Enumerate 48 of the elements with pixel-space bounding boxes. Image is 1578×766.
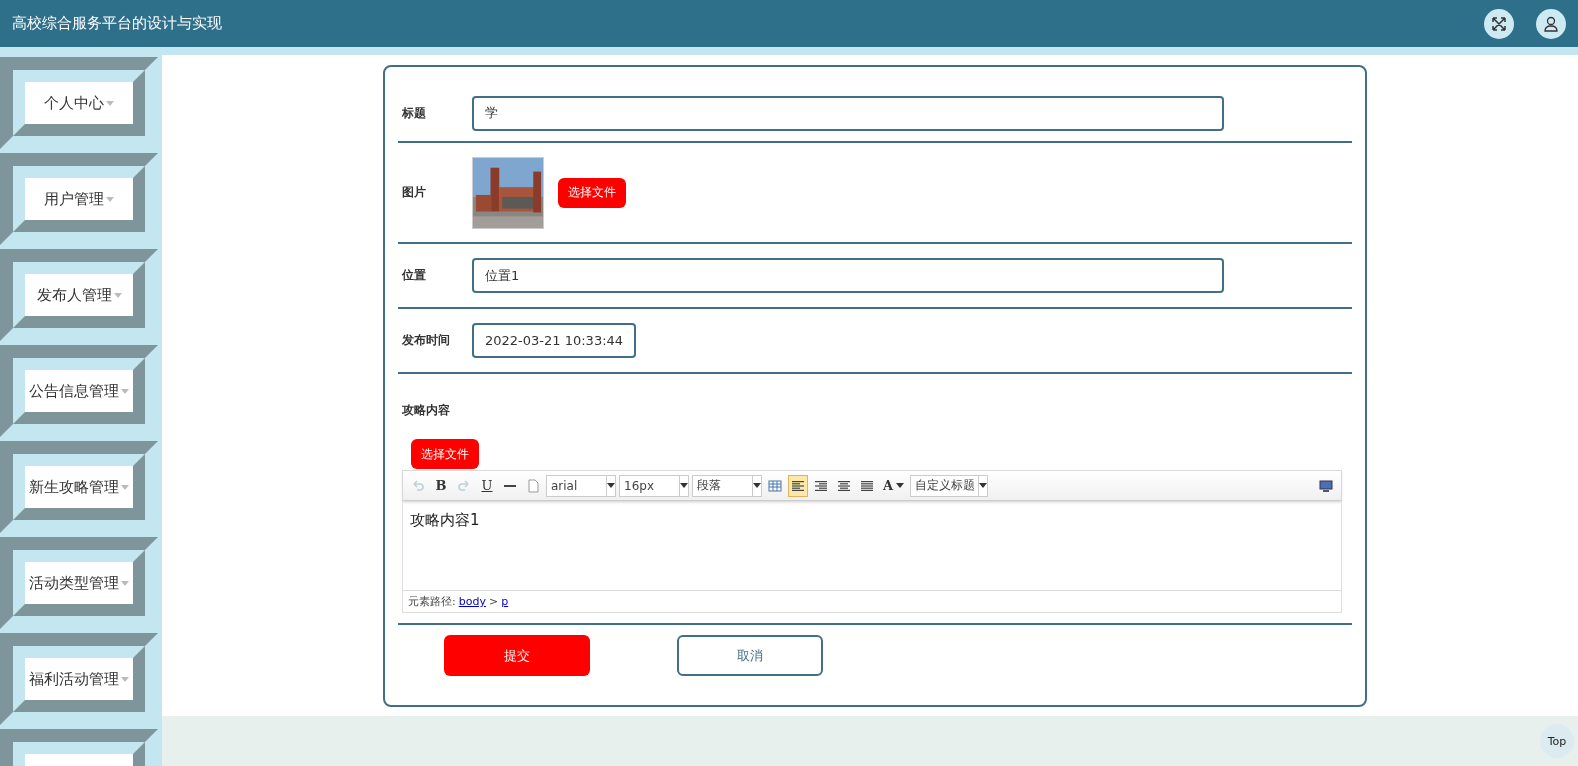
date-field[interactable]: 2022-03-21 10:33:44	[472, 323, 636, 358]
align-left-button[interactable]	[788, 474, 808, 497]
menu-item[interactable]: 活动类型管理	[25, 562, 133, 604]
expand-icon	[1491, 15, 1507, 32]
font-color-button[interactable]: A	[880, 474, 908, 497]
toolbar-select[interactable]: arial	[546, 474, 616, 497]
page-icon	[526, 478, 540, 493]
fullscreen-button[interactable]	[1484, 8, 1514, 39]
toolbar-select[interactable]: 16px	[619, 474, 689, 497]
path-link[interactable]: p	[501, 595, 509, 608]
app-title: 高校综合服务平台的设计与实现	[12, 14, 223, 33]
redo-icon	[457, 478, 471, 493]
path-separator: >	[488, 595, 499, 608]
align-center-icon	[837, 478, 851, 493]
horizontal-rule-icon	[504, 484, 516, 487]
align-justify-icon	[860, 478, 874, 493]
menu-item[interactable]: 用户管理	[25, 178, 133, 220]
bold-button[interactable]: B	[431, 474, 451, 497]
field-label: 标题	[401, 104, 427, 122]
field-label: 图片	[401, 184, 427, 201]
cancel-button[interactable]: 取消	[677, 635, 823, 676]
field-label: 位置	[401, 267, 427, 284]
menu-item[interactable]: 新生攻略管理	[25, 466, 133, 508]
field-label: 攻略内容	[402, 402, 451, 419]
text-field[interactable]: 位置1	[472, 258, 1224, 293]
underline-button[interactable]: U	[477, 474, 497, 497]
menu-item[interactable]: 福利活动管理	[25, 658, 133, 700]
menu-item[interactable]: 发布人管理	[25, 274, 133, 316]
toolbar-select[interactable]: 自定义标题	[910, 474, 989, 497]
undo-icon	[411, 478, 425, 493]
monitor-icon	[1319, 478, 1333, 493]
back-to-top-button[interactable]: Top	[1540, 724, 1574, 758]
table-icon	[768, 478, 782, 493]
menu-item[interactable]: 公告信息管理	[25, 370, 133, 412]
user-button[interactable]	[1536, 8, 1566, 39]
choose-file-button[interactable]: 选择文件	[411, 439, 479, 469]
editor-text[interactable]: 攻略内容1	[403, 501, 1341, 590]
path-link[interactable]: body	[458, 595, 486, 608]
text-field[interactable]: 学	[472, 95, 1224, 131]
path-label: 元素路径:	[408, 594, 456, 609]
align-left-icon	[791, 478, 805, 493]
menu-item[interactable]: 个人中心	[25, 82, 133, 124]
toolbar-select[interactable]: 段落	[692, 474, 762, 497]
user-icon	[1543, 15, 1559, 32]
choose-file-button[interactable]: 选择文件	[558, 177, 626, 208]
submit-button[interactable]: 提交	[444, 635, 590, 676]
align-right-icon	[814, 478, 828, 493]
field-label: 发布时间	[401, 332, 451, 349]
